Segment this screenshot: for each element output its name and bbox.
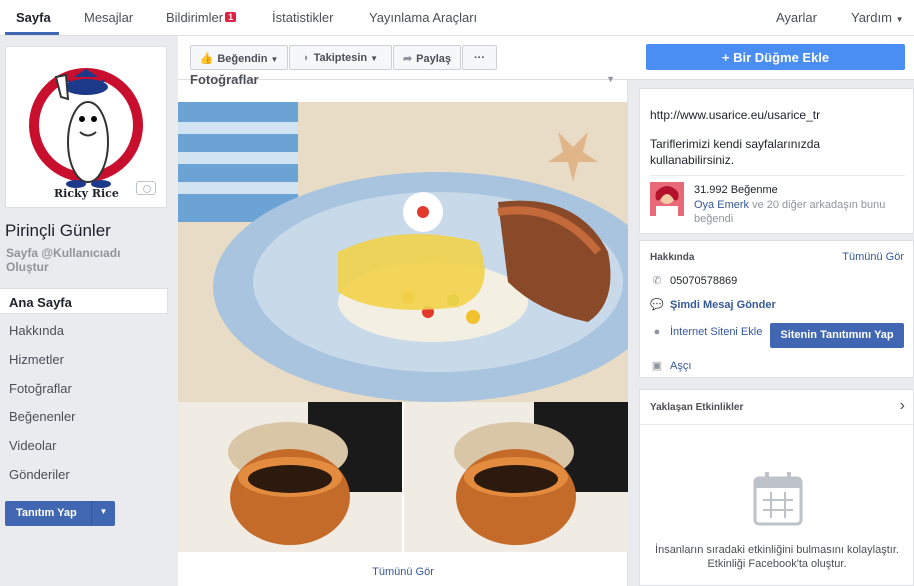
message-row: 💬 Şimdi Mesaj Gönder [650, 298, 776, 311]
events-card: Yaklaşan Etkinlikler › İnsanların sırada… [639, 389, 914, 586]
category-link[interactable]: Aşçı [670, 360, 691, 372]
tab-yayinlama-araclari[interactable]: Yayınlama Araçları [369, 10, 477, 25]
share-label: Paylaş [416, 53, 452, 65]
left-column: Ricky Rice Pirinçli Günler Sayfa @Kullan… [0, 36, 178, 586]
chevron-down-icon: ▼ [895, 15, 904, 24]
camera-icon[interactable] [136, 181, 156, 195]
send-message-link[interactable]: Şimdi Mesaj Gönder [670, 299, 776, 311]
tab-bildirimler[interactable]: Bildirimler 1 [166, 10, 237, 25]
phone-row: ✆ 05070578869 [650, 274, 737, 287]
follow-button[interactable]: ◗ Takiptesin ▼ [289, 45, 392, 70]
help-label: Yardım [851, 10, 892, 25]
photos-section: Fotoğraflar ▼ Tümünü Gör [178, 72, 628, 586]
sidebar-item-fotograflar[interactable]: Fotoğraflar [0, 375, 168, 401]
photo-main[interactable] [178, 102, 628, 402]
sidebar-item-begenenler[interactable]: Beğenenler [0, 403, 168, 429]
likes-count[interactable]: 31.992 Beğenme [694, 184, 778, 196]
about-see-all-link[interactable]: Tümünü Gör [842, 251, 904, 263]
globe-icon: ● [653, 326, 661, 338]
calendar-icon [753, 472, 803, 526]
chevron-down-icon[interactable]: ▼ [91, 501, 115, 526]
photo-thumb-2[interactable] [404, 402, 628, 552]
chevron-down-icon: ▼ [270, 55, 279, 64]
more-button[interactable]: ··· [462, 45, 497, 70]
dessert-photo [178, 402, 402, 552]
chevron-down-icon: ▼ [606, 74, 615, 84]
settings-link[interactable]: Ayarlar [776, 10, 817, 25]
friends-like-text: Oya Emerk ve 20 diğer arkadaşın bunu beğ… [694, 198, 904, 226]
dessert-photo [404, 402, 628, 552]
thumbs-up-icon: 👍 [199, 53, 214, 65]
page-info-card: http://www.usarice.eu/usarice_tr Tarifle… [639, 88, 914, 234]
friend-name-link[interactable]: Oya Emerk [694, 199, 749, 211]
add-button-label: Bir Düğme Ekle [733, 50, 830, 65]
messenger-icon: 💬 [650, 299, 664, 311]
follow-label: Takiptesin [313, 52, 368, 64]
rss-icon: ◗ [302, 52, 310, 64]
sidebar-item-gonderiler[interactable]: Gönderiler [0, 461, 168, 487]
phone-icon: ✆ [652, 275, 662, 287]
photos-see-all-link[interactable]: Tümünü Gör [178, 566, 628, 578]
promote-label: Tanıtım Yap [16, 507, 77, 519]
avatar[interactable] [650, 182, 684, 216]
tab-sayfa[interactable]: Sayfa [16, 10, 51, 25]
sidebar-item-hizmetler[interactable]: Hizmetler [0, 346, 168, 372]
divider [650, 175, 905, 176]
website-url[interactable]: http://www.usarice.eu/usarice_tr [650, 107, 820, 123]
page-name: Pirinçli Günler [5, 221, 111, 240]
events-empty-text: İnsanların sıradaki etkinliğini bulmasın… [655, 544, 899, 570]
photos-title: Fotoğraflar [190, 72, 259, 87]
more-dots-icon: ··· [474, 52, 485, 64]
add-button[interactable]: + Bir Düğme Ekle [646, 44, 905, 70]
divider [640, 424, 913, 425]
tab-istatistikler[interactable]: İstatistikler [272, 10, 333, 25]
sidebar-item-hakkinda[interactable]: Hakkında [0, 317, 168, 343]
events-title: Yaklaşan Etkinlikler [650, 402, 744, 413]
plus-icon: + [721, 50, 730, 65]
promote-button[interactable]: Tanıtım Yap ▼ [5, 501, 115, 526]
add-website-link[interactable]: İnternet Siteni Ekle [670, 326, 762, 338]
about-title: Hakkında [650, 252, 695, 263]
chevron-down-icon: ▼ [370, 54, 379, 63]
photo-thumb-1[interactable] [178, 402, 402, 552]
share-button[interactable]: ➦ Paylaş [393, 45, 461, 70]
briefcase-icon: ▣ [651, 360, 663, 372]
share-arrow-icon: ➦ [402, 53, 413, 65]
website-row: ● İnternet Siteni Ekle [650, 326, 763, 338]
tab-bildirimler-label: Bildirimler [166, 10, 224, 25]
like-button[interactable]: 👍 Beğendin ▼ [190, 45, 288, 70]
active-tab-indicator [5, 32, 59, 35]
promote-website-button[interactable]: Sitenin Tanıtımını Yap [770, 323, 904, 348]
fish-dish-photo [178, 102, 628, 402]
tab-mesajlar[interactable]: Mesajlar [84, 10, 133, 25]
notification-badge: 1 [225, 12, 237, 22]
like-label: Beğendin [217, 53, 268, 65]
about-card: Hakkında Tümünü Gör ✆ 05070578869 💬 Şimdi … [639, 240, 914, 378]
phone-number[interactable]: 05070578869 [670, 275, 737, 287]
profile-picture[interactable]: Ricky Rice [5, 46, 167, 208]
friend-avatar-photo [650, 182, 684, 216]
sidebar-item-videolar[interactable]: Videolar [0, 432, 168, 458]
page-action-bar: 👍 Beğendin ▼ ◗ Takiptesin ▼ ➦ Paylaş ··· + Bi… [178, 36, 914, 80]
help-menu[interactable]: Yardım ▼ [851, 10, 903, 25]
page-description: Tariflerimizi kendi sayfalarınızda kulla… [650, 137, 821, 167]
page-top-nav: Sayfa Mesajlar Bildirimler 1 İstatistikle… [0, 0, 914, 36]
page-username-link[interactable]: Sayfa @Kullanıcıadı Oluştur [6, 246, 166, 274]
sidebar-item-ana-sayfa[interactable]: Ana Sayfa [0, 288, 168, 314]
chevron-right-icon[interactable]: › [900, 397, 905, 415]
category-row: ▣ Aşçı [650, 359, 692, 372]
logo-text: Ricky Rice [54, 187, 119, 200]
